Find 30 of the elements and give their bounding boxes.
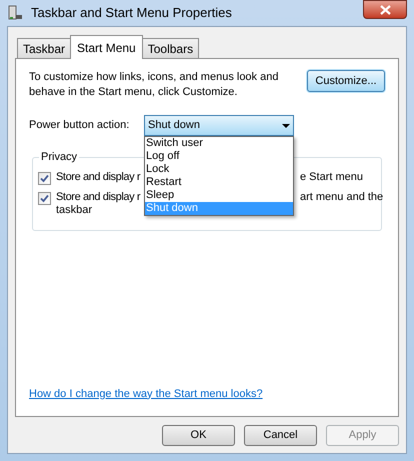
dropdown-option[interactable]: Lock [145,163,293,176]
tab[interactable]: Taskbar [17,38,72,58]
power-button-dropdown[interactable]: Shut down [144,115,294,136]
help-link[interactable]: How do I change the way the Start menu looks? [29,386,263,402]
checkbox-label: Store and display r [56,191,142,204]
power-button-label: Power button action: [29,118,130,134]
checkbox[interactable] [38,192,51,205]
checkbox-label: art menu and the [300,191,384,204]
dropdown-arrow-icon [282,124,290,128]
checkbox[interactable] [38,172,51,185]
dropdown-option[interactable]: Restart [145,176,293,189]
checkbox-label: e Start menu [300,171,363,184]
close-icon [380,4,390,14]
checkmark-icon [40,194,49,203]
dialog-button[interactable]: Cancel [244,425,317,446]
dialog-button[interactable]: OK [162,425,235,446]
tab[interactable]: Toolbars [142,38,200,58]
close-button[interactable] [363,0,407,19]
taskbar-window-icon [7,5,23,21]
checkbox-label: taskbar [56,204,92,217]
dropdown-option[interactable]: Sleep [145,189,293,202]
dropdown-option[interactable]: Log off [145,150,293,163]
dropdown-option[interactable]: Switch user [145,137,293,150]
customize-button[interactable]: Customize... [307,70,385,92]
checkbox-label: Store and display r [56,171,142,184]
description-text: To customize how links, icons, and menus look and behave in the Start menu, click Customize. [29,70,280,100]
group-title: Privacy [39,150,80,164]
checkmark-icon [40,174,49,183]
window-title: Taskbar and Start Menu Properties [31,4,232,22]
tab[interactable]: Start Menu [70,35,143,59]
